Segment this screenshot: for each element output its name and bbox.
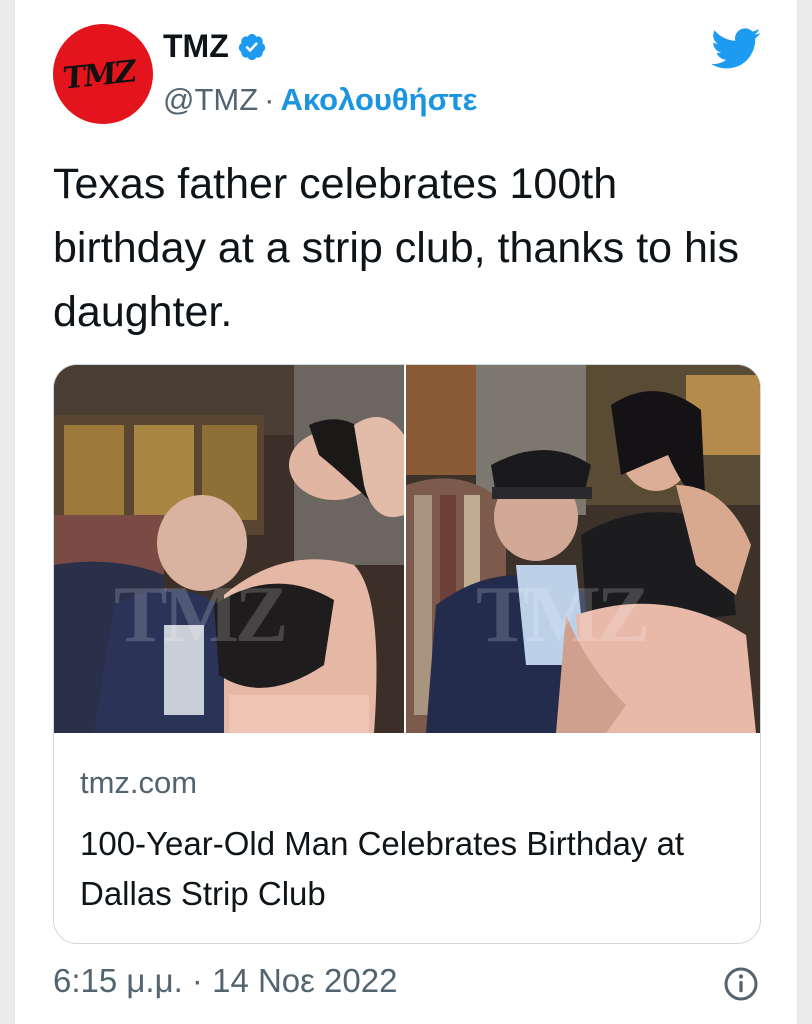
avatar[interactable]: TMZ	[53, 24, 153, 124]
card-photo-left-image	[54, 365, 404, 733]
author-name-row: TMZ	[163, 28, 267, 65]
card-photo-watermark-left: TMZ	[114, 571, 288, 659]
card-photo-watermark-right: TMZ	[476, 571, 650, 659]
card-domain: tmz.com	[80, 765, 198, 800]
author-display-name[interactable]: TMZ	[163, 28, 229, 65]
tweet-container: TMZ TMZ @TMZ · Ακολουθήστε Texas father ce…	[14, 0, 798, 1024]
link-preview-card[interactable]: TMZ TMZ tmz.com 100-Year-Old Man Celebra…	[53, 364, 761, 944]
card-photo-right-image	[406, 365, 760, 733]
card-photo-left: TMZ	[54, 365, 404, 733]
card-title[interactable]: 100-Year-Old Man Celebrates Birthday at …	[80, 819, 740, 919]
verified-badge-icon	[238, 33, 265, 60]
tweet-text: Texas father celebrates 100th birthday a…	[53, 160, 739, 336]
handle-separator: ·	[264, 82, 275, 117]
follow-button[interactable]: Ακολουθήστε	[281, 82, 478, 117]
avatar-logo-text: TMZ	[62, 54, 135, 97]
card-media[interactable]: TMZ TMZ	[54, 365, 760, 733]
author-handle-row: @TMZ · Ακολουθήστε	[163, 82, 477, 118]
twitter-bird-icon[interactable]	[711, 28, 761, 70]
author-handle[interactable]: @TMZ	[163, 82, 258, 117]
card-photo-right: TMZ	[406, 365, 760, 733]
tweet-timestamp[interactable]: 6:15 μ.μ. · 14 Νοε 2022	[53, 962, 397, 1000]
info-icon[interactable]	[723, 966, 759, 1002]
